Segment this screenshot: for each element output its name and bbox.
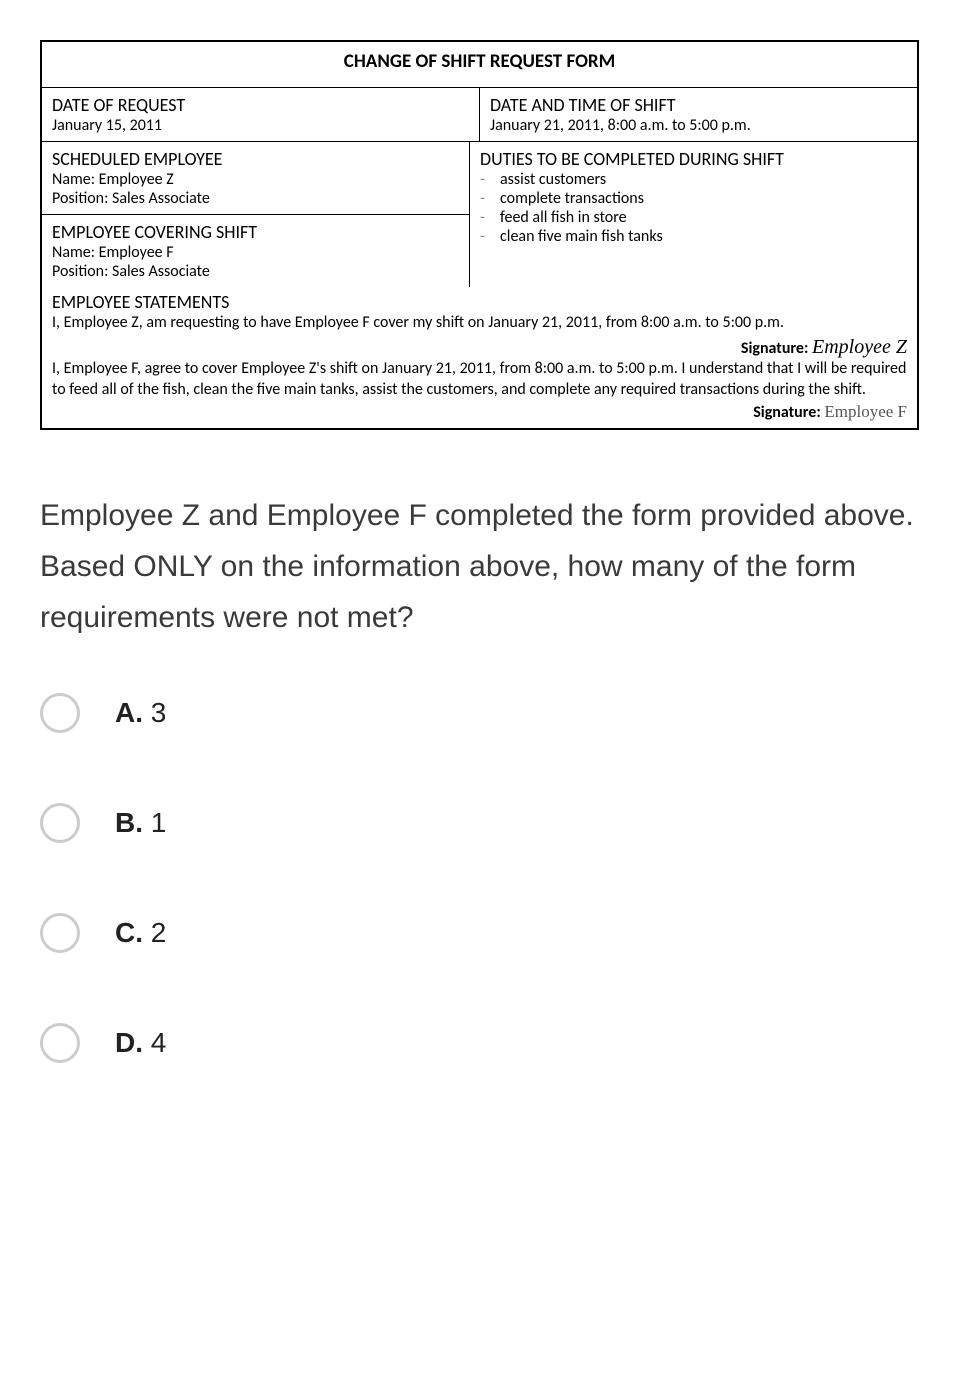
covering-position: Position: Sales Associate <box>52 262 459 281</box>
covering-name: Name: Employee F <box>52 243 459 262</box>
form-title: CHANGE OF SHIFT REQUEST FORM <box>42 42 917 88</box>
employees-left-column: SCHEDULED EMPLOYEE Name: Employee Z Posi… <box>42 142 470 287</box>
form-row-employees: SCHEDULED EMPLOYEE Name: Employee Z Posi… <box>42 142 917 287</box>
duty-item: feed all fish in store <box>500 208 907 227</box>
option-a[interactable]: A. 3 <box>40 693 919 733</box>
covering-label: EMPLOYEE COVERING SHIFT <box>52 221 459 243</box>
signature-f-line: Signature: Employee F <box>52 402 907 422</box>
scheduled-label: SCHEDULED EMPLOYEE <box>52 148 459 170</box>
option-text: 4 <box>143 1027 166 1058</box>
statements-label: EMPLOYEE STATEMENTS <box>52 291 907 313</box>
option-letter: C. <box>115 917 143 948</box>
shift-request-form: CHANGE OF SHIFT REQUEST FORM DATE OF REQ… <box>40 40 919 430</box>
option-b-label: B. 1 <box>115 807 166 839</box>
option-c[interactable]: C. 2 <box>40 913 919 953</box>
option-a-label: A. 3 <box>115 697 166 729</box>
option-letter: B. <box>115 807 143 838</box>
statement-z: I, Employee Z, am requesting to have Emp… <box>52 313 907 334</box>
signature-z-line: Signature: Employee Z <box>52 336 907 359</box>
scheduled-name: Name: Employee Z <box>52 170 459 189</box>
duties-label: DUTIES TO BE COMPLETED DURING SHIFT <box>480 148 907 170</box>
scheduled-employee-cell: SCHEDULED EMPLOYEE Name: Employee Z Posi… <box>42 142 469 215</box>
date-request-value: January 15, 2011 <box>52 116 469 135</box>
option-text: 2 <box>143 917 166 948</box>
duty-item: clean five main fish tanks <box>500 227 907 246</box>
option-letter: A. <box>115 697 143 728</box>
duties-list: assist customers complete transactions f… <box>480 170 907 246</box>
radio-icon <box>40 1023 80 1063</box>
question-text: Employee Z and Employee F completed the … <box>40 490 919 643</box>
date-of-request-cell: DATE OF REQUEST January 15, 2011 <box>42 88 480 141</box>
signature-f: Employee F <box>824 402 907 421</box>
option-d[interactable]: D. 4 <box>40 1023 919 1063</box>
scheduled-position: Position: Sales Associate <box>52 189 459 208</box>
statement-f: I, Employee F, agree to cover Employee Z… <box>52 359 907 401</box>
date-shift-label: DATE AND TIME OF SHIFT <box>490 94 907 116</box>
option-b[interactable]: B. 1 <box>40 803 919 843</box>
option-c-label: C. 2 <box>115 917 166 949</box>
date-request-label: DATE OF REQUEST <box>52 94 469 116</box>
covering-employee-cell: EMPLOYEE COVERING SHIFT Name: Employee F… <box>42 215 469 287</box>
option-text: 3 <box>143 697 166 728</box>
date-of-shift-cell: DATE AND TIME OF SHIFT January 21, 2011,… <box>480 88 917 141</box>
radio-icon <box>40 693 80 733</box>
option-letter: D. <box>115 1027 143 1058</box>
date-shift-value: January 21, 2011, 8:00 a.m. to 5:00 p.m. <box>490 116 907 135</box>
option-text: 1 <box>143 807 166 838</box>
form-row-dates: DATE OF REQUEST January 15, 2011 DATE AN… <box>42 88 917 142</box>
signature-z: Employee Z <box>812 336 907 358</box>
signature-label: Signature: <box>741 339 812 358</box>
duty-item: assist customers <box>500 170 907 189</box>
statements-section: EMPLOYEE STATEMENTS I, Employee Z, am re… <box>42 287 917 428</box>
signature-label: Signature: <box>753 403 824 422</box>
radio-icon <box>40 803 80 843</box>
radio-icon <box>40 913 80 953</box>
duties-cell: DUTIES TO BE COMPLETED DURING SHIFT assi… <box>470 142 917 287</box>
option-d-label: D. 4 <box>115 1027 166 1059</box>
duty-item: complete transactions <box>500 189 907 208</box>
